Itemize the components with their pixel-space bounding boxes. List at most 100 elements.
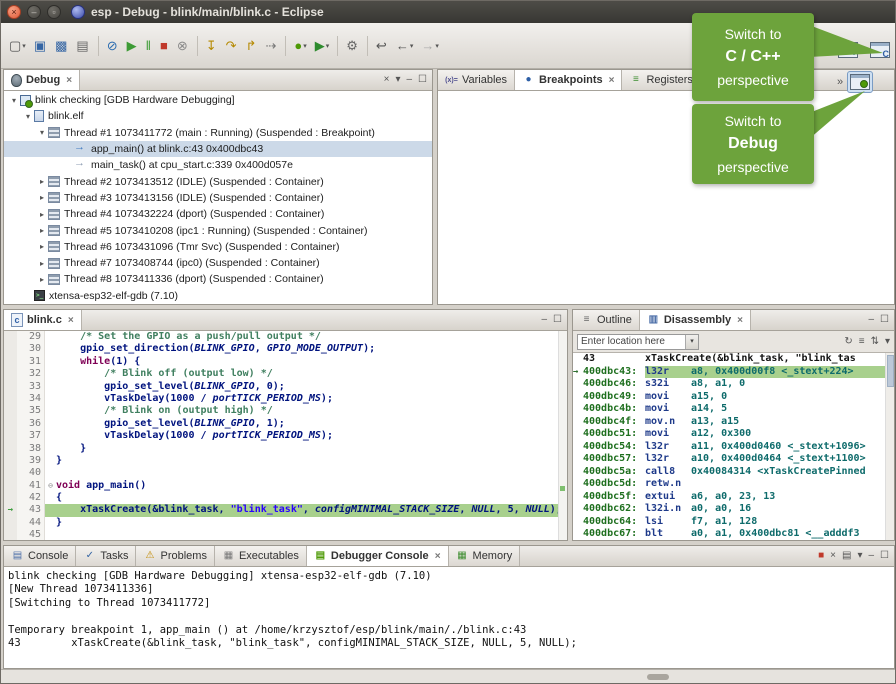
debug-tree-row[interactable]: app_main() at blink.c:43 0x400dbc43 [4, 141, 432, 157]
fold-marker-icon[interactable] [45, 381, 56, 393]
disassembly-row[interactable]: 400dbc67: blt a0, a1, 0x400dbc81 <__addd… [573, 528, 894, 540]
disassembly-row[interactable]: 400dbc51: movi a12, 0x300 [573, 428, 894, 441]
cpp-perspective-button[interactable] [867, 39, 893, 61]
skip-all-breakpoints-button[interactable]: ⊘ [104, 34, 122, 58]
code-line[interactable]: 31 while(1) { [4, 356, 567, 368]
suspend-button[interactable]: ‖ [143, 34, 155, 58]
disassembly-row[interactable]: 400dbc54: l32r a11, 0x400d0460 <_stext+1… [573, 441, 894, 454]
code-line[interactable]: 33 gpio_set_level(BLINK_GPIO, 0); [4, 381, 567, 393]
minimize-icon[interactable]: – [541, 315, 547, 325]
maximize-icon[interactable]: ☐ [880, 315, 889, 325]
step-over-button[interactable]: ↷ [223, 34, 241, 58]
fold-marker-icon[interactable] [45, 343, 56, 355]
minimize-icon[interactable]: – [868, 315, 874, 325]
location-combo[interactable]: Enter location here ▾ [577, 334, 699, 350]
tab-close-icon[interactable]: × [435, 551, 441, 562]
debug-tree-row[interactable]: ▸ Thread #7 1073408744 (ipc0) (Suspended… [4, 255, 432, 271]
tab-close-icon[interactable]: × [66, 75, 72, 86]
view-tab[interactable]: Registers [622, 70, 700, 90]
fold-marker-icon[interactable] [45, 393, 56, 405]
view-menu-icon[interactable]: ▾ [395, 75, 400, 85]
view-tab[interactable]: Debugger Console × [307, 546, 449, 566]
fold-marker-icon[interactable] [45, 517, 56, 529]
horizontal-scrollbar-thumb[interactable] [647, 674, 669, 680]
tab-close-icon[interactable]: × [737, 315, 743, 326]
view-tab[interactable]: Disassembly × [640, 310, 751, 330]
code-line[interactable]: 39 } [4, 455, 567, 467]
code-line[interactable]: 42 { [4, 492, 567, 504]
code-line[interactable]: 38 } [4, 443, 567, 455]
expand-arrow-icon[interactable]: ▸ [36, 177, 48, 186]
run-button[interactable]: ▶▾ [312, 34, 333, 58]
tab-debug[interactable]: Debug × [4, 70, 80, 90]
save-all-button[interactable]: ▩ [52, 34, 71, 58]
code-line[interactable]: 34 vTaskDelay(1000 / portTICK_PERIOD_MS)… [4, 393, 567, 405]
sync-icon[interactable]: ⇅ [871, 337, 879, 347]
code-line[interactable]: → 43 xTaskCreate(&blink_task, "blink_tas… [4, 504, 567, 516]
view-tab[interactable]: Outline [573, 310, 640, 330]
view-tab[interactable]: Tasks [76, 546, 136, 566]
expand-arrow-icon[interactable]: ▸ [36, 193, 48, 202]
debug-tree-row[interactable]: ▸ Thread #2 1073413512 (IDLE) (Suspended… [4, 173, 432, 189]
step-return-button[interactable]: ↱ [243, 34, 261, 58]
debug-perspective-button[interactable] [847, 71, 873, 93]
fold-marker-icon[interactable] [45, 405, 56, 417]
disassembly-row[interactable]: 400dbc62: l32i.n a0, a0, 16 [573, 503, 894, 516]
tab-close-icon[interactable]: × [609, 75, 615, 86]
view-tab[interactable]: Breakpoints × [515, 70, 622, 90]
fold-marker-icon[interactable] [45, 331, 56, 343]
instruction-stepping-button[interactable]: ⇢ [262, 34, 280, 58]
code-line[interactable]: 45 [4, 529, 567, 540]
disassembly-row[interactable]: 400dbc5d: retw.n [573, 478, 894, 491]
fold-marker-icon[interactable] [45, 418, 56, 430]
fold-marker-icon[interactable] [45, 443, 56, 455]
refresh-icon[interactable]: ↻ [844, 337, 852, 347]
code-line[interactable]: 44 } [4, 517, 567, 529]
view-tab[interactable]: Memory [449, 546, 521, 566]
minimize-icon[interactable]: – [868, 551, 874, 561]
code-editor[interactable]: 29 /* Set the GPIO as a push/pull output… [4, 331, 567, 540]
maximize-icon[interactable]: ☐ [880, 551, 889, 561]
fold-marker-icon[interactable] [45, 504, 56, 516]
view-tab[interactable]: Variables [438, 70, 515, 90]
console-output[interactable]: blink checking [GDB Hardware Debugging] … [4, 567, 894, 668]
expand-arrow-icon[interactable]: ▸ [36, 259, 48, 268]
view-tab[interactable]: Executables [215, 546, 307, 566]
code-line[interactable]: 30 gpio_set_direction(BLINK_GPIO, GPIO_M… [4, 343, 567, 355]
fold-marker-icon[interactable] [45, 492, 56, 504]
disassembly-row[interactable]: 43 xTaskCreate(&blink_task, "blink_tas [573, 353, 894, 366]
minimize-icon[interactable]: – [406, 75, 412, 85]
debug-tree-row[interactable]: ▾ blink.elf [4, 108, 432, 124]
tab-close-icon[interactable]: × [68, 315, 74, 326]
fold-marker-icon[interactable] [45, 455, 56, 467]
save-button[interactable]: ▣ [31, 34, 50, 58]
fold-marker-icon[interactable] [45, 529, 56, 540]
debug-tree-row[interactable]: ▸ Thread #5 1073410208 (ipc1 : Running) … [4, 222, 432, 238]
combo-dropdown-icon[interactable]: ▾ [685, 335, 698, 349]
disassembly-row[interactable]: 400dbc49: movi a15, 0 [573, 391, 894, 404]
terminate-icon[interactable]: ■ [818, 551, 824, 561]
remove-all-terminated-icon[interactable]: × [384, 75, 390, 85]
code-line[interactable]: 35 /* Blink on (output high) */ [4, 405, 567, 417]
terminate-button[interactable]: ■ [157, 34, 172, 58]
debug-tree-row[interactable]: ▸ Thread #4 1073432224 (dport) (Suspende… [4, 206, 432, 222]
code-line[interactable]: 40 [4, 467, 567, 479]
maximize-icon[interactable]: ☐ [418, 75, 427, 85]
last-edit-location-button[interactable]: ↩ [373, 34, 391, 58]
disassembly-row[interactable]: 400dbc57: l32r a10, 0x400d0464 <_stext+1… [573, 453, 894, 466]
debug-button[interactable]: ●▾ [291, 34, 309, 58]
window-maximize-button[interactable]: ▫ [47, 5, 61, 19]
window-close-button[interactable]: × [7, 5, 21, 19]
annotation-column[interactable] [558, 331, 567, 540]
expand-arrow-icon[interactable]: ▾ [22, 112, 34, 121]
maximize-icon[interactable]: ☐ [553, 315, 562, 325]
debug-tree-row[interactable]: main_task() at cpu_start.c:339 0x400d057… [4, 157, 432, 173]
fold-marker-icon[interactable] [45, 356, 56, 368]
disassembly-row[interactable]: 400dbc5f: extui a6, a0, 23, 13 [573, 491, 894, 504]
external-tools-button[interactable]: ⚙ [343, 34, 362, 58]
open-perspective-button[interactable] [835, 39, 861, 61]
code-line[interactable]: 32 /* Blink off (output low) */ [4, 368, 567, 380]
resume-button[interactable]: ▶ [124, 34, 141, 58]
remove-launch-icon[interactable]: × [830, 551, 836, 561]
editor-tab-blink-c[interactable]: blink.c × [4, 310, 82, 330]
